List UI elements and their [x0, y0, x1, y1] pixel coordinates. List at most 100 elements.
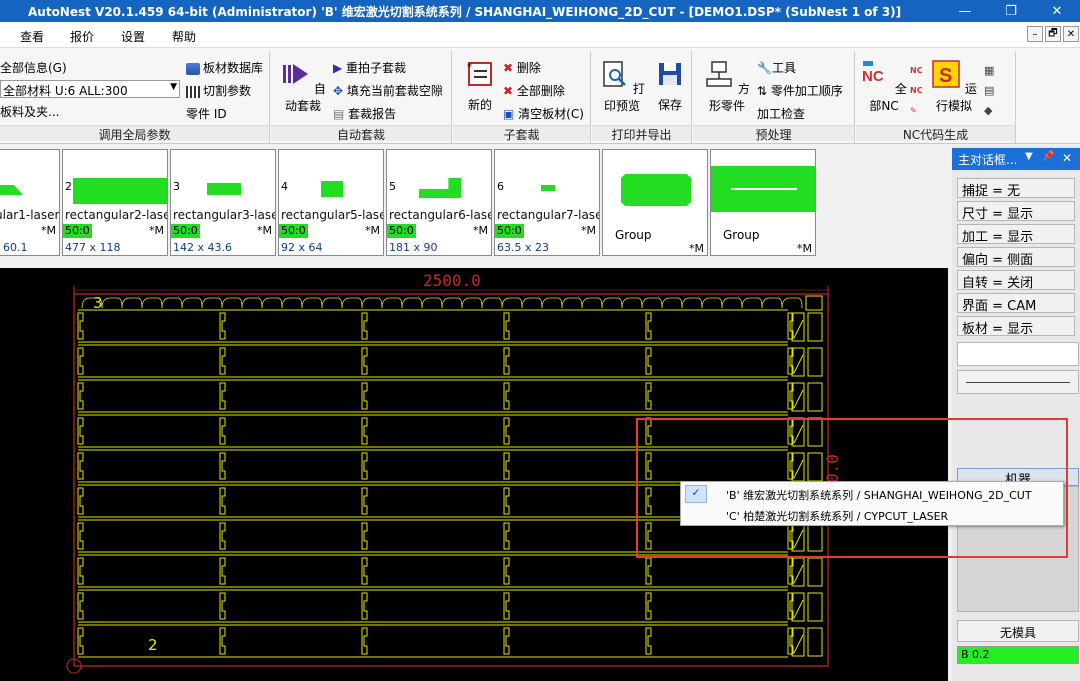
all-info-button[interactable]: 全部信息(G) [0, 59, 67, 76]
nest-report-button[interactable]: ▤ 套裁报告 [333, 105, 396, 122]
sheets-clamps-button[interactable]: 板料及夹... [0, 103, 59, 120]
dropdown-icon[interactable]: ▼ [1025, 151, 1033, 162]
part-tab [77, 452, 84, 480]
menu-view[interactable]: 查看 [20, 28, 44, 45]
part-name: rectangular7-laser [497, 208, 600, 222]
print-preview-button[interactable]: 打印预览 [596, 59, 648, 114]
delete-all-button[interactable]: ✖ 全部删除 [503, 82, 565, 99]
lead-in [793, 389, 804, 409]
part-tab [361, 312, 368, 340]
report-icon: ▤ [333, 107, 349, 121]
play-icon [283, 64, 309, 84]
fill-gap-button[interactable]: ✥ 填充当前套裁空隙 [333, 82, 443, 99]
small-part [791, 557, 805, 587]
rotate-toggle[interactable]: 自转 = 关闭 [957, 270, 1075, 291]
mdi-minimize-button[interactable]: – [1027, 26, 1043, 42]
database-icon [186, 62, 200, 75]
interface-toggle[interactable]: 界面 = CAM [957, 293, 1075, 314]
order-icon: ⇅ [757, 84, 771, 98]
cut-order-button[interactable]: ⇅ 零件加工顺序 [757, 82, 843, 99]
part-card[interactable]: 3 rectangular3-laser 50:0 *M 142 x 43.6 [170, 149, 276, 256]
part-tab [503, 557, 510, 585]
pin-icon[interactable]: 📌 [1042, 151, 1054, 162]
status-field: B 0.2 [957, 646, 1079, 664]
restore-button[interactable]: ❐ [988, 0, 1034, 22]
new-subnest-label: 新的 [467, 98, 492, 112]
part-quantity: 50:0 [495, 224, 524, 238]
clear-icon: ▣ [503, 107, 519, 121]
part-tab [645, 312, 652, 340]
material-select[interactable]: 全部材料 U:6 ALL:300 ▼ [0, 80, 180, 98]
menu-help[interactable]: 帮助 [172, 28, 196, 45]
part-quantity: 50:0 [279, 224, 308, 238]
clear-sheet-button[interactable]: ▣ 清空板材(C) [503, 105, 584, 122]
part-card[interactable]: 5 rectangular6-laser 50:0 *M 181 x 90 [386, 149, 492, 256]
chevron-down-icon: ▼ [170, 82, 177, 92]
part-card[interactable]: 2 rectangular2-laser 50:0 *M 477 x 118 [62, 149, 168, 256]
top-part [501, 297, 523, 309]
lead-in [793, 634, 804, 654]
group-global-params: 全部信息(G) 全部材料 U:6 ALL:300 ▼ 板料及夹... 板材数据库… [0, 51, 270, 143]
part-card[interactable]: 4 rectangular5-laser 50:0 *M 92 x 64 [278, 149, 384, 256]
machine-option-b[interactable]: 'B' 维宏激光切割系统系列 / SHANGHAI_WEIHONG_2D_CUT [726, 487, 1032, 503]
small-part [807, 382, 823, 412]
part-mode: *M [473, 224, 488, 237]
top-part [581, 297, 603, 309]
close-button[interactable]: ✕ [1034, 0, 1080, 22]
blank-field[interactable] [957, 342, 1079, 366]
no-die-button[interactable]: 无模具 [957, 620, 1079, 642]
top-part [341, 297, 363, 309]
group-card[interactable]: Group *M [710, 149, 816, 256]
small-part [807, 312, 823, 342]
minimize-button[interactable]: — [942, 0, 988, 22]
part-tab [77, 557, 84, 585]
mdi-close-button[interactable]: ✕ [1063, 26, 1079, 42]
group-auto-nest: 自动套裁 ▶ 重拍子套裁 ✥ 填充当前套裁空隙 ▤ 套裁报告 自动套裁 [271, 51, 452, 143]
process-toggle[interactable]: 加工 = 显示 [957, 224, 1075, 245]
all-nc-button[interactable]: NC 全部NC [860, 59, 908, 114]
material-select-value: 全部材料 U:6 ALL:300 [3, 84, 128, 98]
top-part [521, 297, 543, 309]
sheet-database-button[interactable]: 板材数据库 [186, 59, 263, 76]
menu-settings[interactable]: 设置 [121, 28, 145, 45]
cut-params-label: 切割参数 [203, 84, 252, 98]
group-card[interactable]: Group *M [602, 149, 708, 256]
mdi-restore-button[interactable]: 🗗 [1045, 26, 1061, 42]
nc-tools-icons: ▦ ▤ ◆ [984, 64, 995, 117]
tools-button[interactable]: 🔧工具 [757, 59, 796, 76]
rect-part-button[interactable]: 方形零件 [699, 59, 755, 114]
part-tab [219, 592, 226, 620]
part-id-button[interactable]: 零件 ID [186, 105, 227, 122]
lead-in [793, 599, 804, 619]
run-simulation-button[interactable]: S 运行模拟 [928, 59, 980, 114]
title-bar: AutoNest V20.1.459 64-bit (Administrator… [0, 0, 1080, 22]
save-button[interactable]: 保存 [652, 59, 688, 113]
part-tab [645, 592, 652, 620]
part-tab [503, 382, 510, 410]
snap-toggle[interactable]: 捕捉 = 无 [957, 178, 1075, 199]
delete-button[interactable]: ✖ 删除 [503, 59, 541, 76]
new-subnest-button[interactable]: * 新的 [459, 59, 501, 113]
menu-quote[interactable]: 报价 [70, 28, 94, 45]
cut-order-label: 零件加工顺序 [770, 84, 843, 98]
part-tab [77, 312, 84, 340]
auto-nest-button[interactable]: 自动套裁 [277, 59, 329, 114]
part-tab [219, 627, 226, 655]
sheet-toggle[interactable]: 板材 = 显示 [957, 316, 1075, 337]
part-tab [361, 382, 368, 410]
part-tab [645, 557, 652, 585]
part-tab [361, 522, 368, 550]
renest-button[interactable]: ▶ 重拍子套裁 [333, 59, 406, 76]
offset-toggle[interactable]: 偏向 = 侧面 [957, 247, 1075, 268]
cut-params-button[interactable]: 切割参数 [186, 82, 251, 99]
delete-all-label: 全部删除 [516, 84, 565, 98]
machine-option-c[interactable]: 'C' 柏楚激光切割系统系列 / CYPCUT_LASER [726, 508, 948, 524]
part-card[interactable]: ular1-laser *M 60.1 [0, 149, 60, 256]
part-card[interactable]: 6 rectangular7-laser 50:0 *M 63.5 x 23 [494, 149, 600, 256]
sheet-database-label: 板材数据库 [203, 61, 264, 75]
process-check-button[interactable]: 加工检查 [757, 105, 805, 122]
close-icon[interactable]: ✕ [1062, 151, 1072, 165]
part-tab [503, 452, 510, 480]
top-part [681, 297, 703, 309]
dimension-toggle[interactable]: 尺寸 = 显示 [957, 201, 1075, 222]
